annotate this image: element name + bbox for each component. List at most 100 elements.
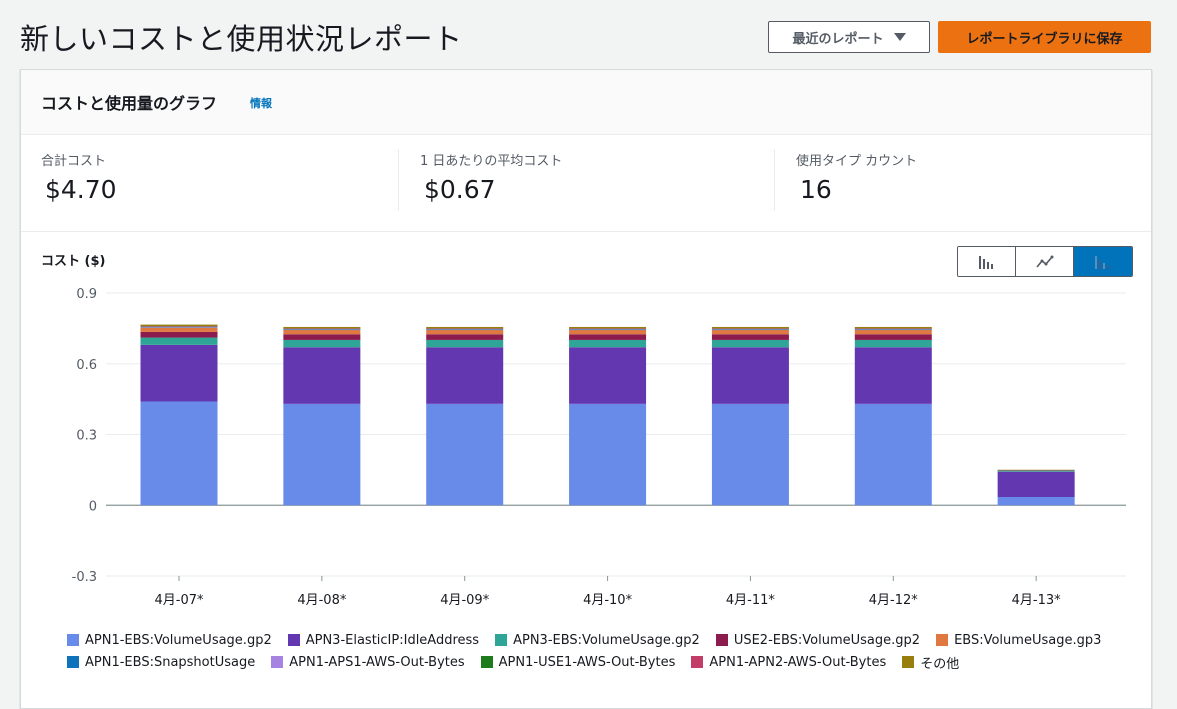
- bar-segment[interactable]: [569, 326, 647, 329]
- legend-label: USE2-EBS:VolumeUsage.gp2: [733, 632, 921, 648]
- y-tick-label: 0.9: [76, 287, 97, 302]
- legend-swatch: [287, 634, 300, 646]
- bar-segment[interactable]: [426, 403, 504, 506]
- bar-segment[interactable]: [140, 401, 218, 506]
- bar-segment[interactable]: [426, 334, 504, 340]
- bar-segment[interactable]: [711, 330, 789, 335]
- bar-segment[interactable]: [854, 330, 932, 335]
- legend-row: APN1-EBS:VolumeUsage.gp2 APN3-ElasticIP:I…: [67, 629, 1147, 651]
- chart-bars: [140, 324, 1075, 506]
- bar-segment[interactable]: [283, 328, 361, 329]
- x-tick-label: 4月-13*: [1012, 593, 1062, 608]
- bar-segment[interactable]: [711, 347, 789, 404]
- x-tick-label: 4月-08*: [297, 593, 347, 608]
- bar-segment[interactable]: [997, 471, 1075, 497]
- legend-swatch: [67, 656, 79, 668]
- bar-segment[interactable]: [283, 403, 361, 506]
- bar-segment[interactable]: [283, 326, 361, 329]
- chart-legend: APN1-EBS:VolumeUsage.gp2 APN3-ElasticIP:I…: [67, 629, 1147, 673]
- bar-segment[interactable]: [426, 339, 504, 348]
- legend-item[interactable]: EBS:VolumeUsage.gp3: [936, 633, 1101, 648]
- bar-segment[interactable]: [140, 326, 218, 328]
- bar-segment[interactable]: [426, 326, 504, 329]
- bar-segment[interactable]: [426, 329, 504, 331]
- legend-item[interactable]: その他: [902, 653, 959, 672]
- bar-segment[interactable]: [569, 329, 647, 331]
- bar-segment[interactable]: [426, 329, 504, 330]
- x-tick-label: 4月-10*: [583, 593, 633, 608]
- legend-swatch: [480, 656, 493, 668]
- bar-segment[interactable]: [711, 339, 789, 348]
- legend-item[interactable]: APN3-ElasticIP:IdleAddress: [287, 632, 480, 648]
- bar-segment[interactable]: [569, 339, 647, 348]
- y-tick-label: 0: [89, 499, 97, 514]
- bar-segment[interactable]: [140, 344, 218, 402]
- legend-item[interactable]: APN1-APS1-AWS-Out-Bytes: [271, 654, 465, 670]
- bar-segment[interactable]: [569, 403, 647, 506]
- legend-label: APN1-EBS:VolumeUsage.gp2: [85, 632, 272, 648]
- legend-swatch: [495, 634, 508, 646]
- bar-segment[interactable]: [140, 326, 218, 327]
- bar-segment[interactable]: [283, 329, 361, 330]
- legend-row: APN1-EBS:SnapshotUsage APN1-APS1-AWS-Out-…: [67, 651, 1147, 673]
- legend-item[interactable]: APN3-EBS:VolumeUsage.gp2: [495, 633, 700, 648]
- legend-item[interactable]: USE2-EBS:VolumeUsage.gp2: [715, 632, 921, 648]
- bar-segment[interactable]: [854, 403, 932, 506]
- bar-segment[interactable]: [854, 329, 932, 331]
- bar-segment[interactable]: [283, 334, 361, 340]
- bar-segment[interactable]: [426, 347, 504, 404]
- stacked-bar-chart: 0.9 0.6 0.3 0 -0.3 4月-07* 4月-08* 4月-09* 4月-10* 4月…: [72, 287, 1126, 608]
- legend-item[interactable]: APN1-APN2-AWS-Out-Bytes: [691, 655, 886, 670]
- x-tick-label: 4月-07*: [154, 593, 204, 608]
- bar-segment[interactable]: [854, 334, 932, 340]
- bar-segment[interactable]: [997, 470, 1075, 471]
- bar-segment[interactable]: [711, 334, 789, 340]
- x-tick-label: 4月-12*: [869, 593, 919, 608]
- bar-segment[interactable]: [140, 327, 218, 328]
- bar-segment[interactable]: [854, 326, 932, 329]
- bar-segment[interactable]: [283, 339, 361, 348]
- bar-segment[interactable]: [711, 328, 789, 329]
- legend-label: APN1-EBS:SnapshotUsage: [85, 654, 256, 670]
- bar-segment[interactable]: [854, 329, 932, 330]
- bar-segment[interactable]: [854, 328, 932, 329]
- bar-segment[interactable]: [569, 347, 647, 404]
- legend-label: APN1-APN2-AWS-Out-Bytes: [709, 654, 887, 670]
- y-tick-label: -0.3: [72, 570, 97, 585]
- y-tick-label: 0.3: [76, 429, 97, 444]
- bar-segment[interactable]: [426, 330, 504, 335]
- legend-swatch: [902, 656, 915, 668]
- bar-segment[interactable]: [569, 334, 647, 340]
- legend-item[interactable]: APN1-USE1-AWS-Out-Bytes: [480, 654, 676, 670]
- bar-segment[interactable]: [283, 330, 361, 335]
- bar-segment[interactable]: [711, 326, 789, 329]
- legend-label: APN1-USE1-AWS-Out-Bytes: [498, 654, 676, 670]
- bar-segment[interactable]: [140, 324, 218, 327]
- legend-swatch: [691, 656, 704, 668]
- bar-segment[interactable]: [711, 403, 789, 506]
- legend-label: APN3-ElasticIP:IdleAddress: [305, 632, 480, 648]
- bar-segment[interactable]: [140, 331, 218, 338]
- legend-label: APN1-APS1-AWS-Out-Bytes: [289, 654, 465, 670]
- legend-item[interactable]: APN1-EBS:VolumeUsage.gp2: [67, 633, 272, 648]
- bar-segment[interactable]: [426, 328, 504, 329]
- bar-segment[interactable]: [140, 337, 218, 345]
- legend-label: その他: [920, 656, 960, 672]
- bar-segment[interactable]: [854, 339, 932, 348]
- bar-segment[interactable]: [283, 347, 361, 404]
- bar-segment[interactable]: [569, 329, 647, 330]
- bar-segment[interactable]: [997, 469, 1075, 471]
- y-tick-label: 0.6: [76, 358, 97, 373]
- bar-segment[interactable]: [711, 329, 789, 331]
- bar-segment[interactable]: [997, 496, 1075, 506]
- bar-segment[interactable]: [569, 330, 647, 335]
- legend-item[interactable]: APN1-EBS:SnapshotUsage: [67, 655, 255, 670]
- legend-swatch: [67, 634, 79, 646]
- legend-label: EBS:VolumeUsage.gp3: [954, 632, 1102, 648]
- bar-segment[interactable]: [569, 328, 647, 329]
- bar-segment[interactable]: [997, 471, 1075, 472]
- bar-segment[interactable]: [140, 327, 218, 332]
- bar-segment[interactable]: [854, 347, 932, 404]
- bar-segment[interactable]: [711, 329, 789, 330]
- bar-segment[interactable]: [283, 329, 361, 331]
